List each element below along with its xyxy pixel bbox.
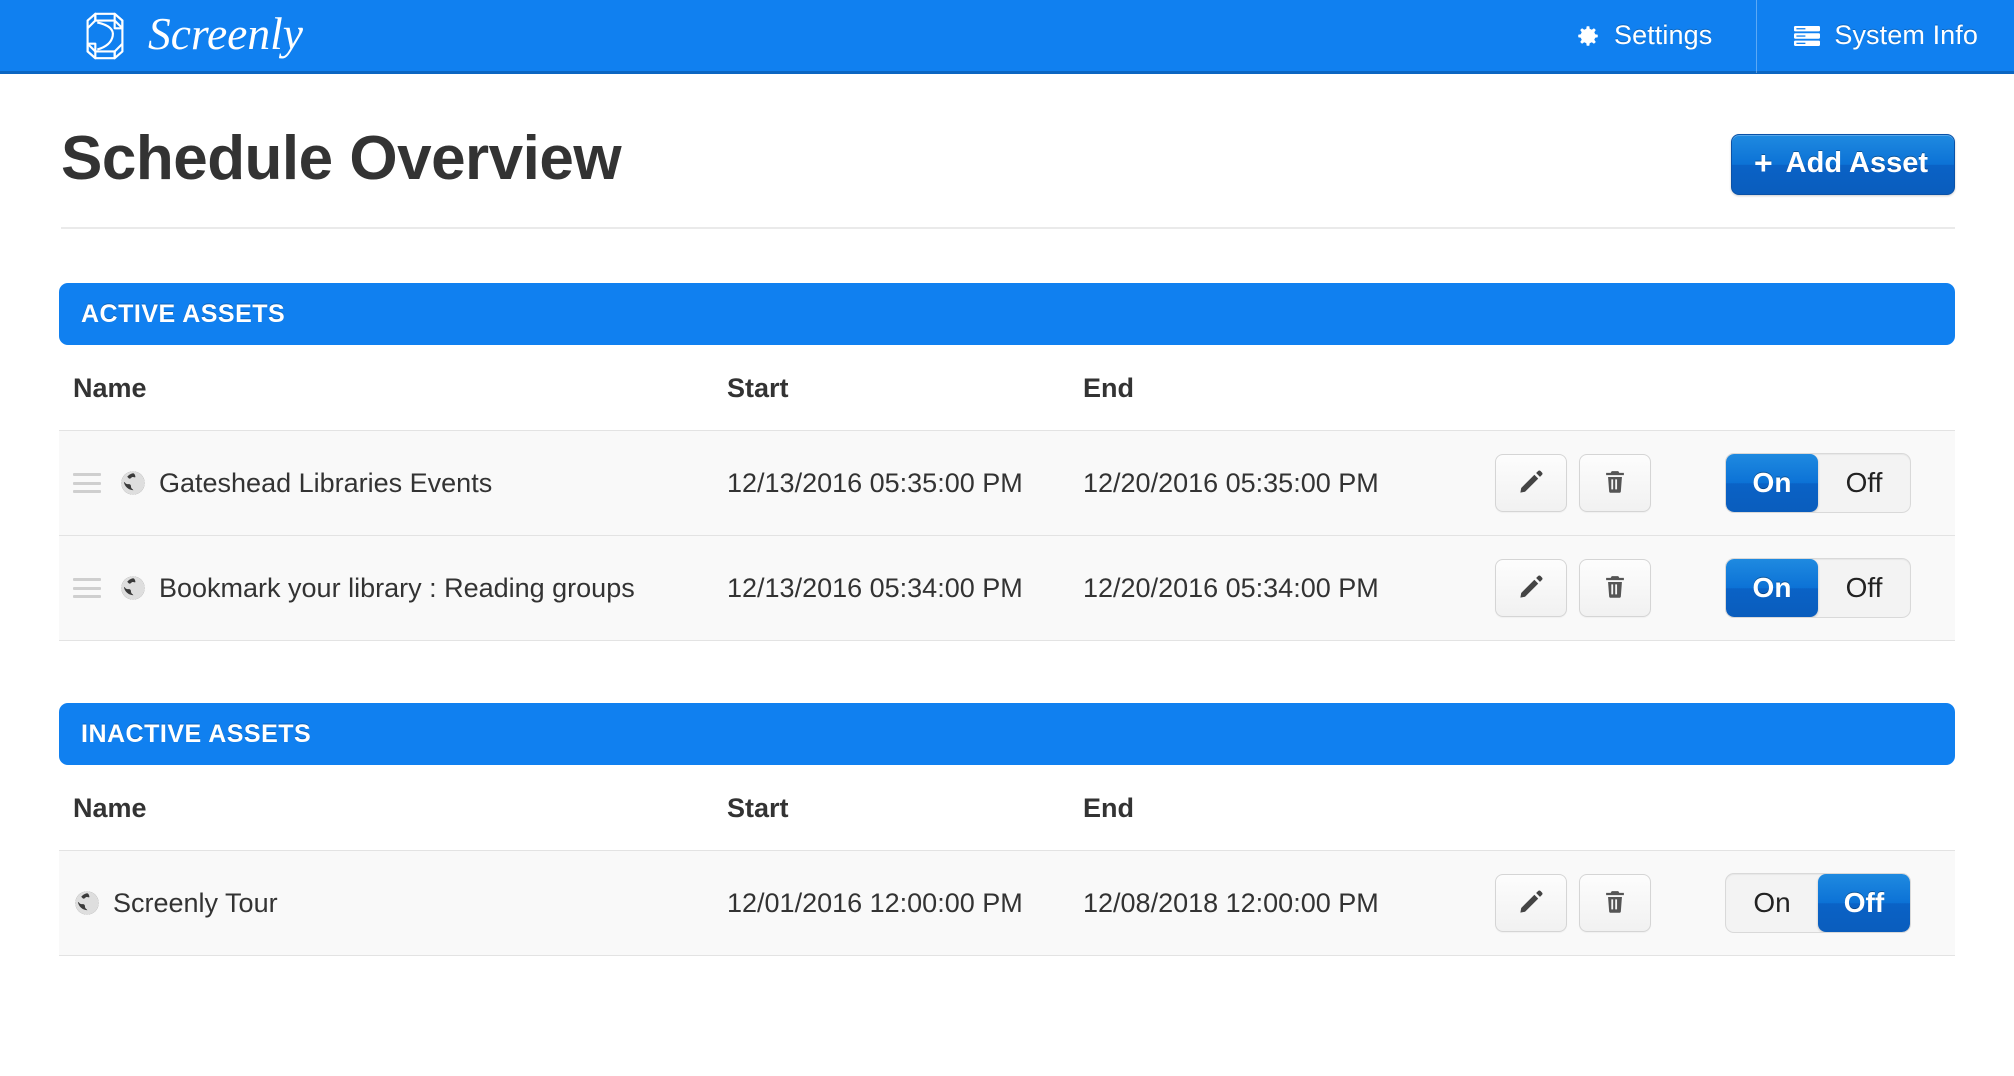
toggle-off-button[interactable]: Off [1818,559,1910,617]
edit-asset-button[interactable] [1495,454,1567,512]
page-title: Schedule Overview [61,124,622,193]
column-header-name: Name [73,373,147,403]
screenly-wordmark: Screenly [148,10,304,59]
screenly-hex-s-icon [86,12,124,59]
delete-asset-button[interactable] [1579,874,1651,932]
delete-asset-button[interactable] [1579,559,1651,617]
globe-icon [119,574,147,602]
trash-icon [1602,888,1628,919]
column-header-actions [1495,345,1725,431]
page-header: Schedule Overview + Add Asset [61,74,1955,229]
asset-end-cell: 12/20/2016 05:35:00 PM [1083,430,1495,536]
asset-actions-cell [1495,535,1725,641]
table-header-row: Name Start End [59,345,1955,431]
asset-name-label: Bookmark your library : Reading groups [159,572,635,603]
asset-end-cell: 12/20/2016 05:34:00 PM [1083,535,1495,641]
asset-name-cell: Screenly Tour [59,850,727,956]
nav-item-settings[interactable]: Settings [1539,0,1756,73]
toggle-on-button[interactable]: On [1726,559,1818,617]
toggle-off-button[interactable]: Off [1818,454,1910,512]
globe-icon [119,469,147,497]
asset-toggle-cell: On Off [1725,430,1955,536]
column-header-toggle [1725,345,1955,431]
edit-asset-button[interactable] [1495,559,1567,617]
column-header-end: End [1083,373,1134,403]
table-row: Gateshead Libraries Events 12/13/2016 05… [59,430,1955,536]
asset-name-cell: Bookmark your library : Reading groups [59,535,727,641]
gear-icon [1575,23,1601,49]
column-header-start: Start [727,373,789,403]
toggle-on-button[interactable]: On [1726,454,1818,512]
svg-text:Screenly: Screenly [148,10,304,59]
column-header-end: End [1083,793,1134,823]
asset-end-cell: 12/08/2018 12:00:00 PM [1083,850,1495,956]
table-row: Screenly Tour 12/01/2016 12:00:00 PM 12/… [59,850,1955,956]
column-header-name: Name [73,793,147,823]
brand-logo[interactable]: Screenly [76,7,359,65]
asset-name-label: Gateshead Libraries Events [159,467,493,498]
section-header-active: ACTIVE ASSETS [59,283,1955,345]
drag-handle-icon[interactable] [73,578,101,598]
column-header-start: Start [727,793,789,823]
plus-icon: + [1753,144,1773,181]
add-asset-button[interactable]: + Add Asset [1730,134,1955,195]
asset-toggle-cell: On Off [1725,850,1955,956]
pencil-icon [1517,888,1545,919]
section-title-inactive: INACTIVE ASSETS [81,719,312,748]
trash-icon [1602,468,1628,499]
asset-start-cell: 12/13/2016 05:35:00 PM [727,430,1083,536]
trash-icon [1602,573,1628,604]
toggle-on-button[interactable]: On [1726,874,1818,932]
asset-actions-cell [1495,430,1725,536]
top-navbar: Screenly Settings System Info [0,0,2014,74]
toggle-off-button[interactable]: Off [1818,874,1910,932]
inactive-assets-table: Name Start End Screenly Tour 12/01/2016 … [59,765,1955,956]
asset-actions-cell [1495,850,1725,956]
nav-item-system-info[interactable]: System Info [1757,0,2014,73]
section-header-inactive: INACTIVE ASSETS [59,703,1955,765]
section-title-active: ACTIVE ASSETS [81,299,286,328]
asset-start-cell: 12/13/2016 05:34:00 PM [727,535,1083,641]
asset-name-cell: Gateshead Libraries Events [59,430,727,536]
table-header-row: Name Start End [59,765,1955,851]
asset-start-cell: 12/01/2016 12:00:00 PM [727,850,1083,956]
pencil-icon [1517,573,1545,604]
server-stack-icon [1793,24,1821,48]
edit-asset-button[interactable] [1495,874,1567,932]
add-asset-label: Add Asset [1785,147,1928,179]
delete-asset-button[interactable] [1579,454,1651,512]
nav-item-settings-label: Settings [1613,20,1713,50]
nav-item-system-info-label: System Info [1834,20,1978,50]
drag-handle-icon[interactable] [73,473,101,493]
table-row: Bookmark your library : Reading groups 1… [59,535,1955,641]
asset-toggle-cell: On Off [1725,535,1955,641]
asset-state-toggle[interactable]: On Off [1725,558,1911,618]
asset-state-toggle[interactable]: On Off [1725,453,1911,513]
asset-name-label: Screenly Tour [113,887,278,918]
active-assets-table: Name Start End Gateshead Libraries Event… [59,345,1955,641]
column-header-actions [1495,765,1725,851]
asset-state-toggle[interactable]: On Off [1725,873,1911,933]
globe-icon [73,889,101,917]
main-content: Schedule Overview + Add Asset ACTIVE ASS… [59,74,1955,956]
pencil-icon [1517,468,1545,499]
navbar-right-menu: Settings System Info [1539,0,2014,73]
column-header-toggle [1725,765,1955,851]
